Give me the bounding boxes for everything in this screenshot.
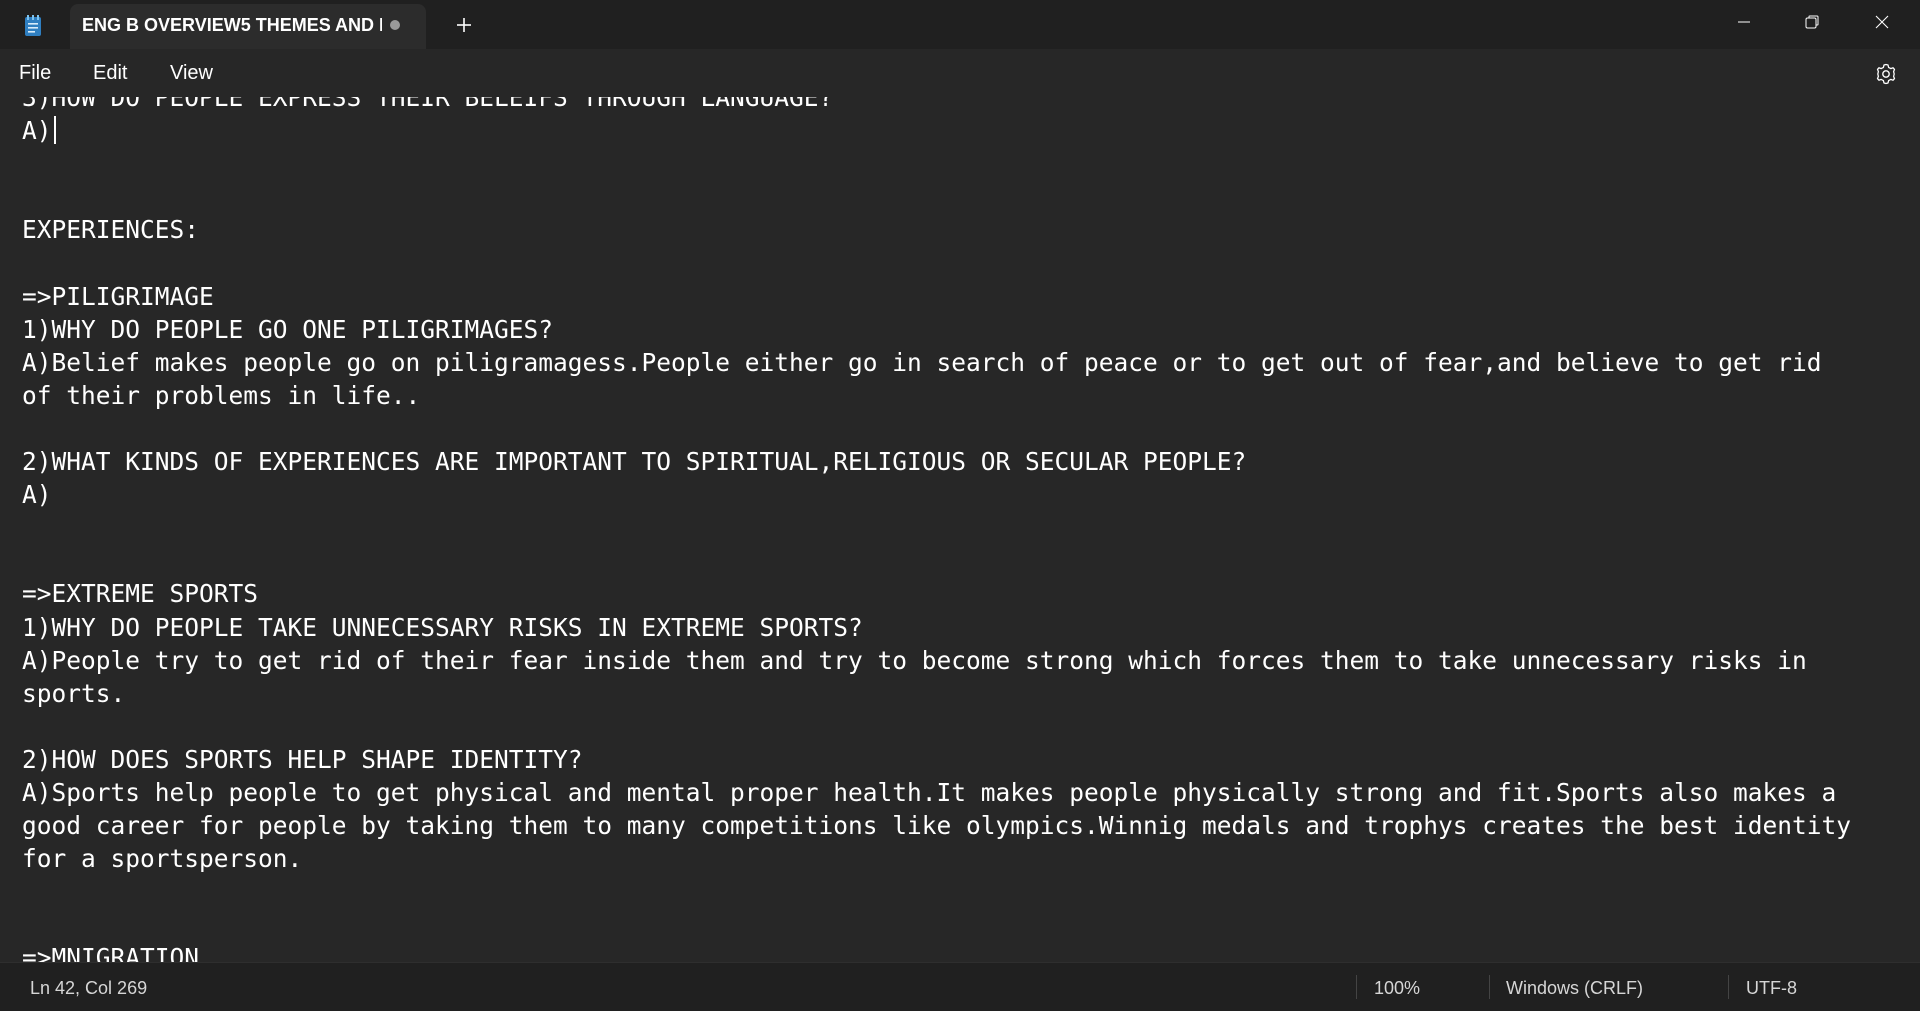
document-tab[interactable]: ENG B OVERVIEW5 THEMES AND P xyxy=(70,4,426,49)
minimize-button[interactable] xyxy=(1710,0,1778,44)
text-line[interactable] xyxy=(22,544,1851,577)
text-line[interactable]: =>EXTREME SPORTS xyxy=(22,577,1851,610)
text-line[interactable]: =>PILIGRIMAGE xyxy=(22,280,1851,313)
line-ending[interactable]: Windows (CRLF) xyxy=(1506,978,1643,999)
menu-view[interactable]: View xyxy=(170,62,213,85)
text-line[interactable]: EXPERIENCES: xyxy=(22,213,1851,246)
text-line[interactable]: for a sportsperson. xyxy=(22,842,1851,875)
text-line[interactable]: 3)HOW DO PEOPLE EXPRESS THEIR BELEIFS TH… xyxy=(22,97,1851,114)
cursor-position[interactable]: Ln 42, Col 269 xyxy=(30,978,147,999)
text-line[interactable] xyxy=(22,908,1851,941)
status-bar: Ln 42, Col 269 100% Windows (CRLF) UTF-8 xyxy=(0,962,1920,1011)
text-line[interactable] xyxy=(22,412,1851,445)
text-line[interactable]: 2)WHAT KINDS OF EXPERIENCES ARE IMPORTAN… xyxy=(22,445,1851,478)
status-divider xyxy=(1728,975,1729,999)
text-editor[interactable]: 3)HOW DO PEOPLE EXPRESS THEIR BELEIFS TH… xyxy=(0,97,1920,962)
text-line[interactable]: A)People try to get rid of their fear in… xyxy=(22,644,1851,677)
text-line[interactable] xyxy=(22,511,1851,544)
menu-file[interactable]: File xyxy=(19,62,51,85)
zoom-level[interactable]: 100% xyxy=(1374,978,1420,999)
unsaved-indicator-icon[interactable] xyxy=(390,20,400,30)
text-line[interactable]: A)Belief makes people go on piligramages… xyxy=(22,346,1851,379)
text-line[interactable] xyxy=(22,147,1851,180)
text-line[interactable]: good career for people by taking them to… xyxy=(22,809,1851,842)
text-line[interactable]: sports. xyxy=(22,677,1851,710)
text-line[interactable] xyxy=(22,710,1851,743)
gear-icon[interactable] xyxy=(1873,61,1899,87)
text-line[interactable]: 1)WHY DO PEOPLE TAKE UNNECESSARY RISKS I… xyxy=(22,611,1851,644)
title-bar: ENG B OVERVIEW5 THEMES AND P xyxy=(0,0,1920,49)
text-line[interactable] xyxy=(22,875,1851,908)
status-divider xyxy=(1489,975,1490,999)
restore-button[interactable] xyxy=(1778,0,1846,44)
text-line[interactable]: of their problems in life.. xyxy=(22,379,1851,412)
encoding[interactable]: UTF-8 xyxy=(1746,978,1797,999)
text-line[interactable]: 2)HOW DOES SPORTS HELP SHAPE IDENTITY? xyxy=(22,743,1851,776)
menu-edit[interactable]: Edit xyxy=(93,62,127,85)
text-line[interactable]: 1)WHY DO PEOPLE GO ONE PILIGRIMAGES? xyxy=(22,313,1851,346)
plus-icon[interactable] xyxy=(449,10,479,40)
text-line[interactable]: A) xyxy=(22,478,1851,511)
text-line[interactable]: =>MNIGRATION xyxy=(22,941,1851,962)
menu-bar: File Edit View xyxy=(0,49,1920,97)
text-caret xyxy=(53,116,56,145)
tab-title: ENG B OVERVIEW5 THEMES AND P xyxy=(82,15,382,35)
status-divider xyxy=(1356,975,1357,999)
text-line[interactable] xyxy=(22,180,1851,213)
close-button[interactable] xyxy=(1848,0,1916,44)
text-line[interactable] xyxy=(22,246,1851,279)
close-icon xyxy=(1875,15,1889,29)
text-line[interactable]: A) xyxy=(22,114,1851,147)
notepad-icon xyxy=(20,12,46,38)
restore-icon xyxy=(1805,15,1819,29)
minimize-icon xyxy=(1738,21,1750,23)
document-text[interactable]: 3)HOW DO PEOPLE EXPRESS THEIR BELEIFS TH… xyxy=(22,97,1851,962)
text-line[interactable]: A)Sports help people to get physical and… xyxy=(22,776,1851,809)
